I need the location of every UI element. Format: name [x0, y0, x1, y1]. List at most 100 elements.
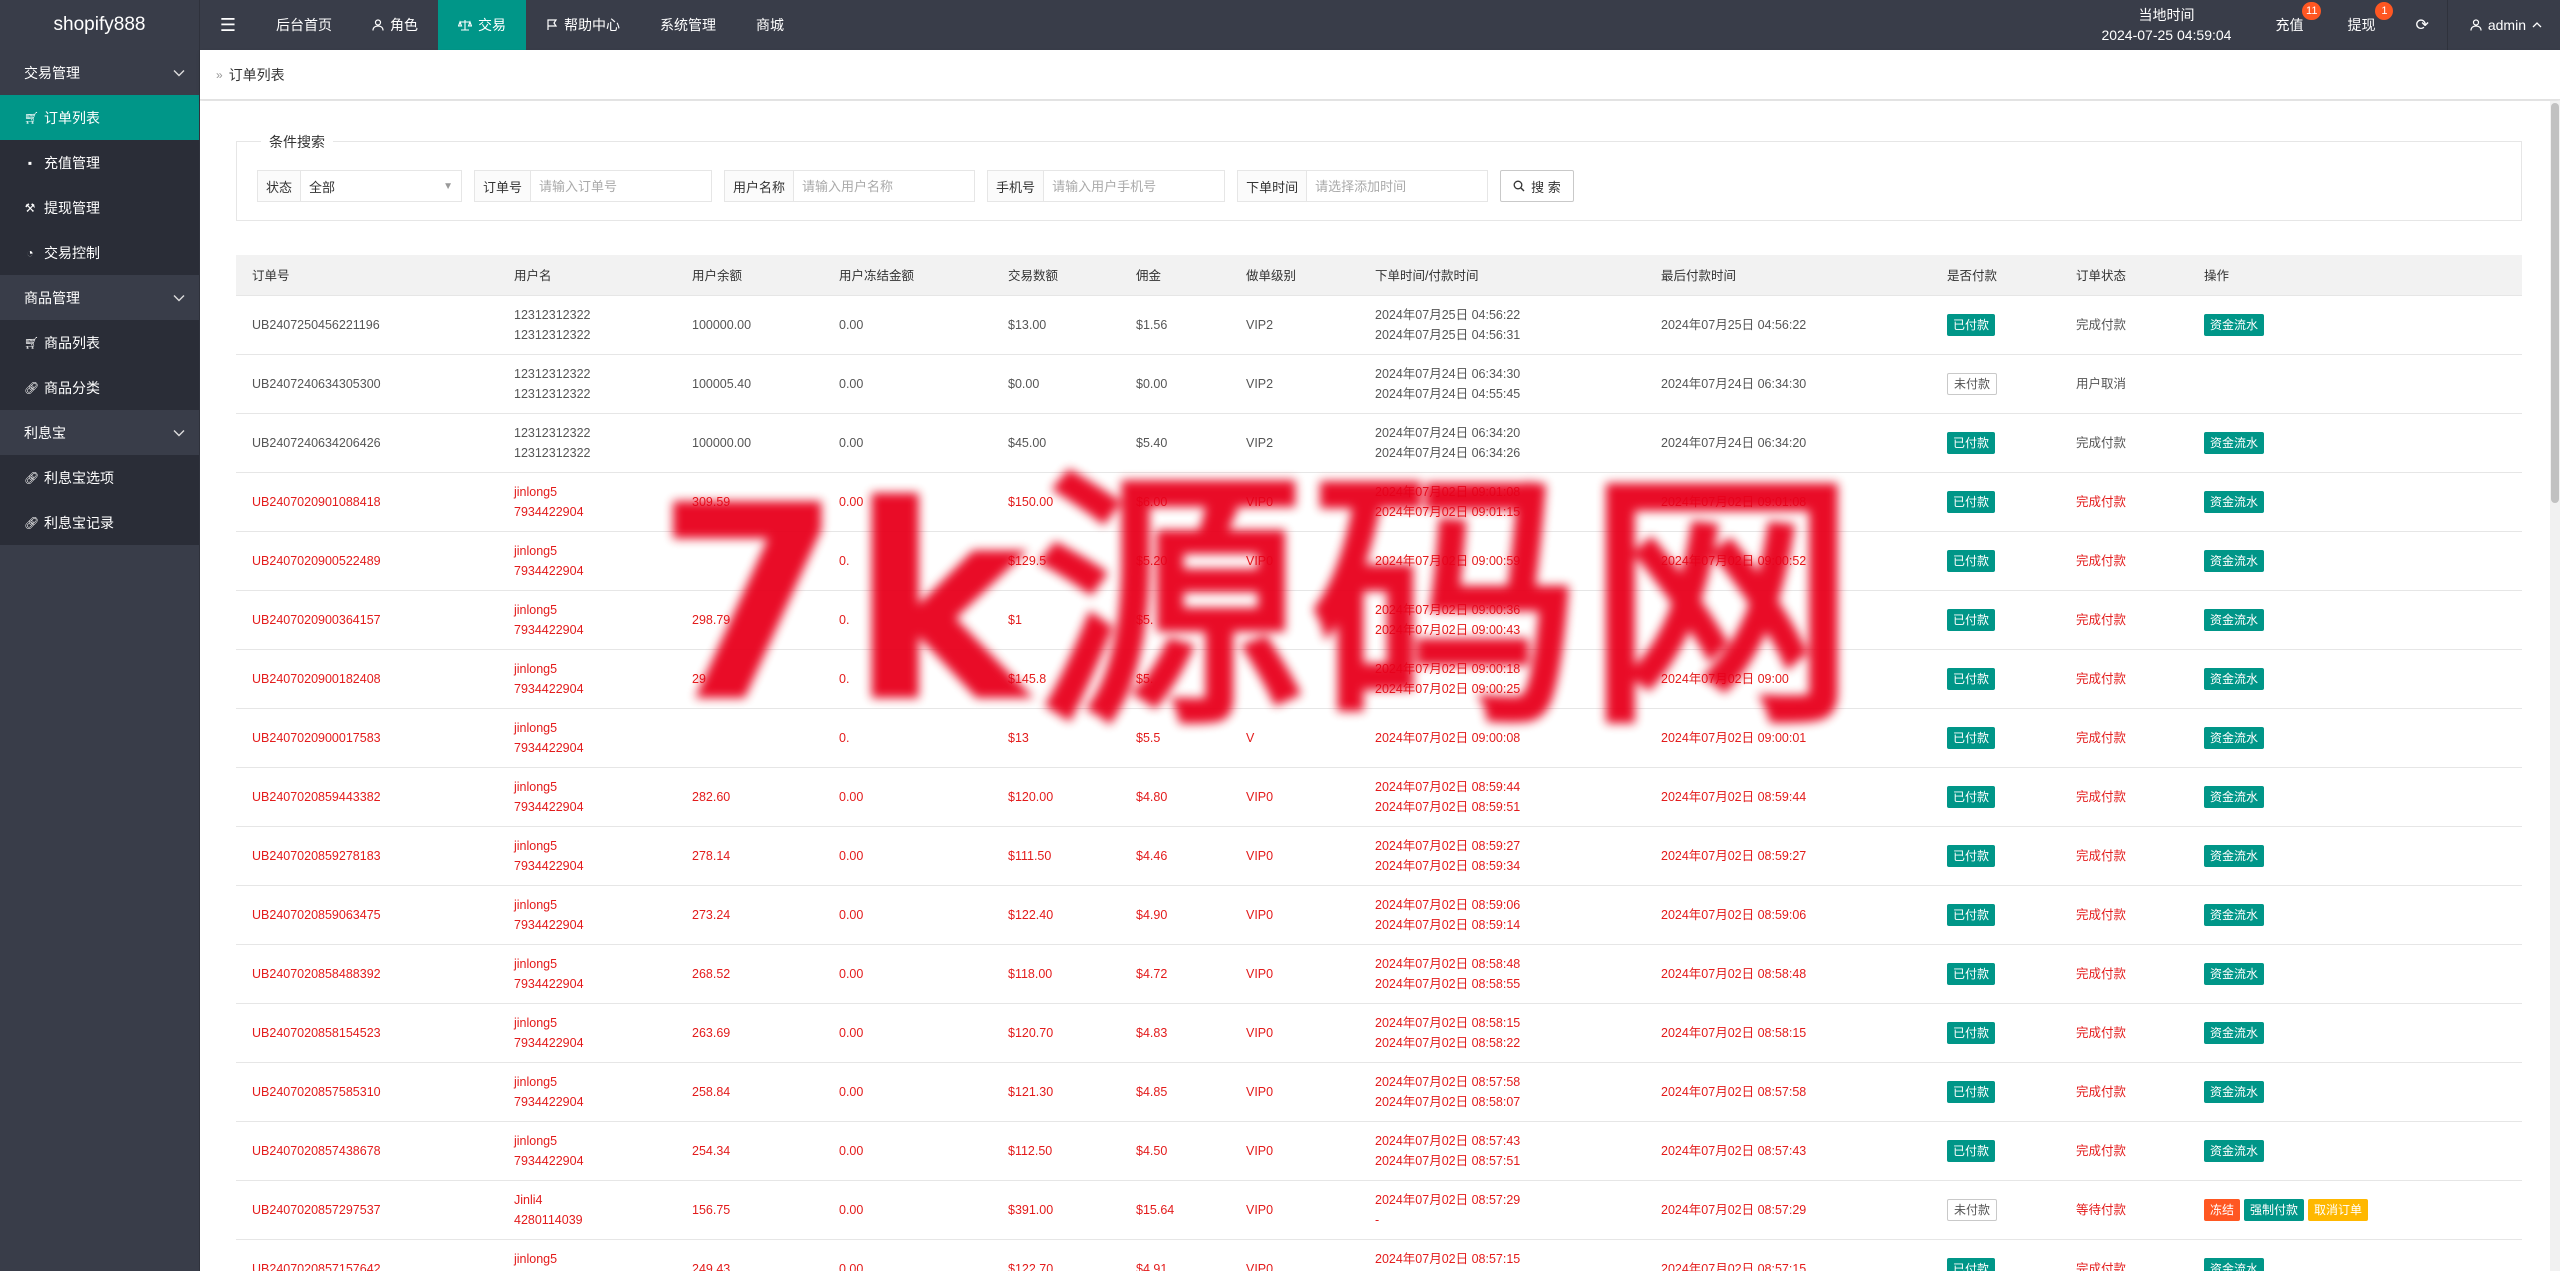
- search-legend: 条件搜索: [261, 132, 333, 152]
- sidebar-group-goods[interactable]: 商品管理: [0, 275, 199, 320]
- withdraw-badge: 1: [2375, 2, 2394, 20]
- search-button[interactable]: 搜 索: [1500, 170, 1574, 202]
- order-pay-time: 2024年07月25日 04:56:22 2024年07月25日 04:56:31: [1359, 295, 1645, 355]
- admin-menu[interactable]: admin: [2446, 0, 2560, 50]
- hammer-icon: ⚒: [24, 200, 36, 215]
- username-line2: 7934422904: [514, 681, 584, 696]
- page-scrollbar[interactable]: [2550, 101, 2560, 1271]
- order-number: UB2407020901088418: [236, 472, 498, 532]
- sidebar-item-recharge[interactable]: ▪ 充值管理: [0, 140, 199, 185]
- fund-flow-button[interactable]: 资金流水: [2204, 608, 2265, 631]
- nav-item-system[interactable]: 系统管理: [640, 0, 736, 50]
- order-status: 等待付款: [2060, 1180, 2188, 1240]
- paid-cell: 已付款: [1931, 590, 2060, 650]
- sidebar-item-goods-list[interactable]: 🛒︎ 商品列表: [0, 320, 199, 365]
- username: jinlong5 7934422904: [498, 1121, 676, 1181]
- order-pay-time-line1: 2024年07月02日 08:59:27: [1375, 838, 1521, 853]
- fund-flow-button[interactable]: 资金流水: [2204, 726, 2265, 749]
- column-header: 最后付款时间: [1645, 255, 1931, 296]
- frozen-amount: 0.00: [823, 944, 992, 1004]
- sidebar-group-interest[interactable]: 利息宝: [0, 410, 199, 455]
- fund-flow-button[interactable]: 资金流水: [2204, 1139, 2265, 1162]
- nav-item-role[interactable]: 角色: [352, 0, 438, 50]
- force-pay-button[interactable]: 强制付款: [2244, 1198, 2305, 1221]
- table-header-row: 订单号 用户名 用户余额 用户冻结金额 交易数额 佣金 做单级别 下单时间/付款时间 最后付款时…: [236, 255, 2522, 296]
- trade-amount: $118.00: [992, 944, 1120, 1004]
- fund-flow-button[interactable]: 资金流水: [2204, 903, 2265, 926]
- nav-item-home[interactable]: 后台首页: [256, 0, 352, 50]
- nav-label: 商城: [756, 17, 784, 33]
- fund-flow-button[interactable]: 资金流水: [2204, 431, 2265, 454]
- column-header: 佣金: [1120, 255, 1230, 296]
- paid-cell: 已付款: [1931, 1239, 2060, 1271]
- sidebar-item-order-list[interactable]: 🛒︎ 订单列表: [0, 95, 199, 140]
- order-input[interactable]: [531, 171, 712, 201]
- fund-flow-button[interactable]: 资金流水: [2204, 785, 2265, 808]
- fund-flow-button[interactable]: 资金流水: [2204, 1080, 2265, 1103]
- last-pay-time: 2024年07月02日 08:59:44: [1645, 767, 1931, 827]
- recharge-link[interactable]: 充值 11: [2253, 0, 2325, 50]
- order-number: UB2407240634305300: [236, 354, 498, 414]
- sidebar-item-interest-records[interactable]: 🔗︎ 利息宝记录: [0, 500, 199, 545]
- withdraw-link[interactable]: 提现 1: [2325, 0, 2397, 50]
- chevron-down-icon: [173, 69, 185, 76]
- order-pay-time-line1: 2024年07月24日 06:34:20: [1375, 425, 1521, 440]
- username: jinlong5 7934422904: [498, 708, 676, 768]
- fund-flow-button[interactable]: 资金流水: [2204, 962, 2265, 985]
- sidebar-group-trade[interactable]: 交易管理: [0, 50, 199, 95]
- nav-label: 交易: [478, 17, 506, 33]
- nav-item-mall[interactable]: 商城: [736, 0, 804, 50]
- fund-flow-button[interactable]: 资金流水: [2204, 549, 2265, 572]
- paid-cell: 已付款: [1931, 767, 2060, 827]
- nav-item-help[interactable]: 帮助中心: [526, 0, 640, 50]
- sidebar-item-goods-category[interactable]: 🔗︎ 商品分类: [0, 365, 199, 410]
- app-logo[interactable]: shopify888: [0, 0, 200, 50]
- order-pay-time: 2024年07月02日 08:57:58 2024年07月02日 08:58:07: [1359, 1062, 1645, 1122]
- user-balance: 100005.40: [676, 354, 823, 414]
- trade-amount: $122.70: [992, 1239, 1120, 1271]
- time-input[interactable]: [1307, 171, 1488, 201]
- username-input[interactable]: [794, 171, 975, 201]
- refresh-icon[interactable]: ⟳: [2397, 0, 2446, 50]
- status-select[interactable]: 全部 ▼: [301, 171, 461, 201]
- username: jinlong5 7934422904: [498, 885, 676, 945]
- frozen-amount: 0.00: [823, 1121, 992, 1181]
- vip-level: VIP0: [1230, 1062, 1359, 1122]
- actions-cell: 资金流水: [2188, 767, 2522, 827]
- fund-flow-button[interactable]: 资金流水: [2204, 667, 2265, 690]
- fund-flow-button[interactable]: 资金流水: [2204, 1257, 2265, 1271]
- actions-cell: 资金流水: [2188, 885, 2522, 945]
- menu-toggle-icon[interactable]: ☰: [200, 0, 256, 50]
- vip-level: VIP0: [1230, 826, 1359, 886]
- username-line2: 12312312322: [514, 386, 591, 401]
- fund-flow-button[interactable]: 资金流水: [2204, 313, 2265, 336]
- fund-flow-button[interactable]: 资金流水: [2204, 490, 2265, 513]
- username: Jinli4 4280114039: [498, 1180, 676, 1240]
- sidebar-item-trade-control[interactable]: ◔ 交易控制: [0, 230, 199, 275]
- withdraw-label: 提现: [2347, 17, 2376, 33]
- sidebar-group-label: 交易管理: [24, 64, 80, 81]
- freeze-button[interactable]: 冻结: [2204, 1198, 2241, 1221]
- trade-amount: $0.00: [992, 354, 1120, 414]
- fund-flow-button[interactable]: 资金流水: [2204, 844, 2265, 867]
- order-pay-time-line1: 2024年07月24日 06:34:30: [1375, 366, 1521, 381]
- cancel-order-button[interactable]: 取消订单: [2308, 1198, 2369, 1221]
- scrollbar-thumb[interactable]: [2551, 103, 2559, 503]
- paid-cell: 已付款: [1931, 885, 2060, 945]
- vip-level: VIP0: [1230, 1003, 1359, 1063]
- phone-input[interactable]: [1044, 171, 1225, 201]
- nav-item-trade[interactable]: 交易: [438, 0, 526, 50]
- paid-cell: 已付款: [1931, 944, 2060, 1004]
- order-pay-time-line1: 2024年07月02日 08:57:58: [1375, 1074, 1521, 1089]
- column-header: 用户名: [498, 255, 676, 296]
- commission: $4.90: [1120, 885, 1230, 945]
- table-row: UB2407020857297537 Jinli4 4280114039 156.75…: [236, 1180, 2522, 1240]
- order-status: 完成付款: [2060, 944, 2188, 1004]
- sidebar-item-withdraw[interactable]: ⚒ 提现管理: [0, 185, 199, 230]
- cart-icon: 🛒︎: [24, 335, 40, 350]
- username: jinlong5 7934422904: [498, 826, 676, 886]
- fund-flow-button[interactable]: 资金流水: [2204, 1021, 2265, 1044]
- user-balance: 273.24: [676, 885, 823, 945]
- sidebar-item-interest-options[interactable]: 🔗︎ 利息宝选项: [0, 455, 199, 500]
- paid-cell: 已付款: [1931, 472, 2060, 532]
